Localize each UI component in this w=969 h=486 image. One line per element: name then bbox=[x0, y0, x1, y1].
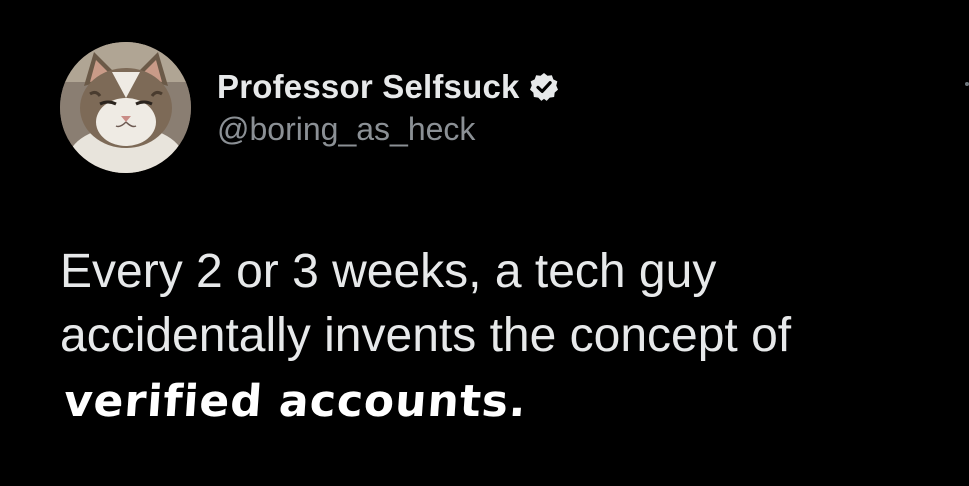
tweet-text: Every 2 or 3 weeks, a tech guy accidenta… bbox=[60, 240, 960, 368]
name-row: Professor Selfsuck bbox=[217, 65, 560, 109]
cat-avatar[interactable] bbox=[60, 42, 191, 173]
user-handle[interactable]: @boring_as_heck bbox=[217, 111, 560, 148]
tweet-text-line: Every 2 or 3 weeks, a tech guy bbox=[60, 245, 717, 298]
cat-avatar-icon bbox=[60, 42, 191, 173]
tweet-card: Professor Selfsuck @boring_as_heck Every… bbox=[0, 0, 969, 486]
overlay-caption: verified accounts. bbox=[62, 376, 529, 427]
verified-badge-icon bbox=[528, 71, 560, 103]
display-name[interactable]: Professor Selfsuck bbox=[217, 68, 520, 106]
more-options-icon[interactable] bbox=[961, 80, 969, 98]
tweet-text-line: accidentally invents the concept of bbox=[60, 309, 792, 362]
tweet-header: Professor Selfsuck @boring_as_heck bbox=[217, 65, 560, 148]
